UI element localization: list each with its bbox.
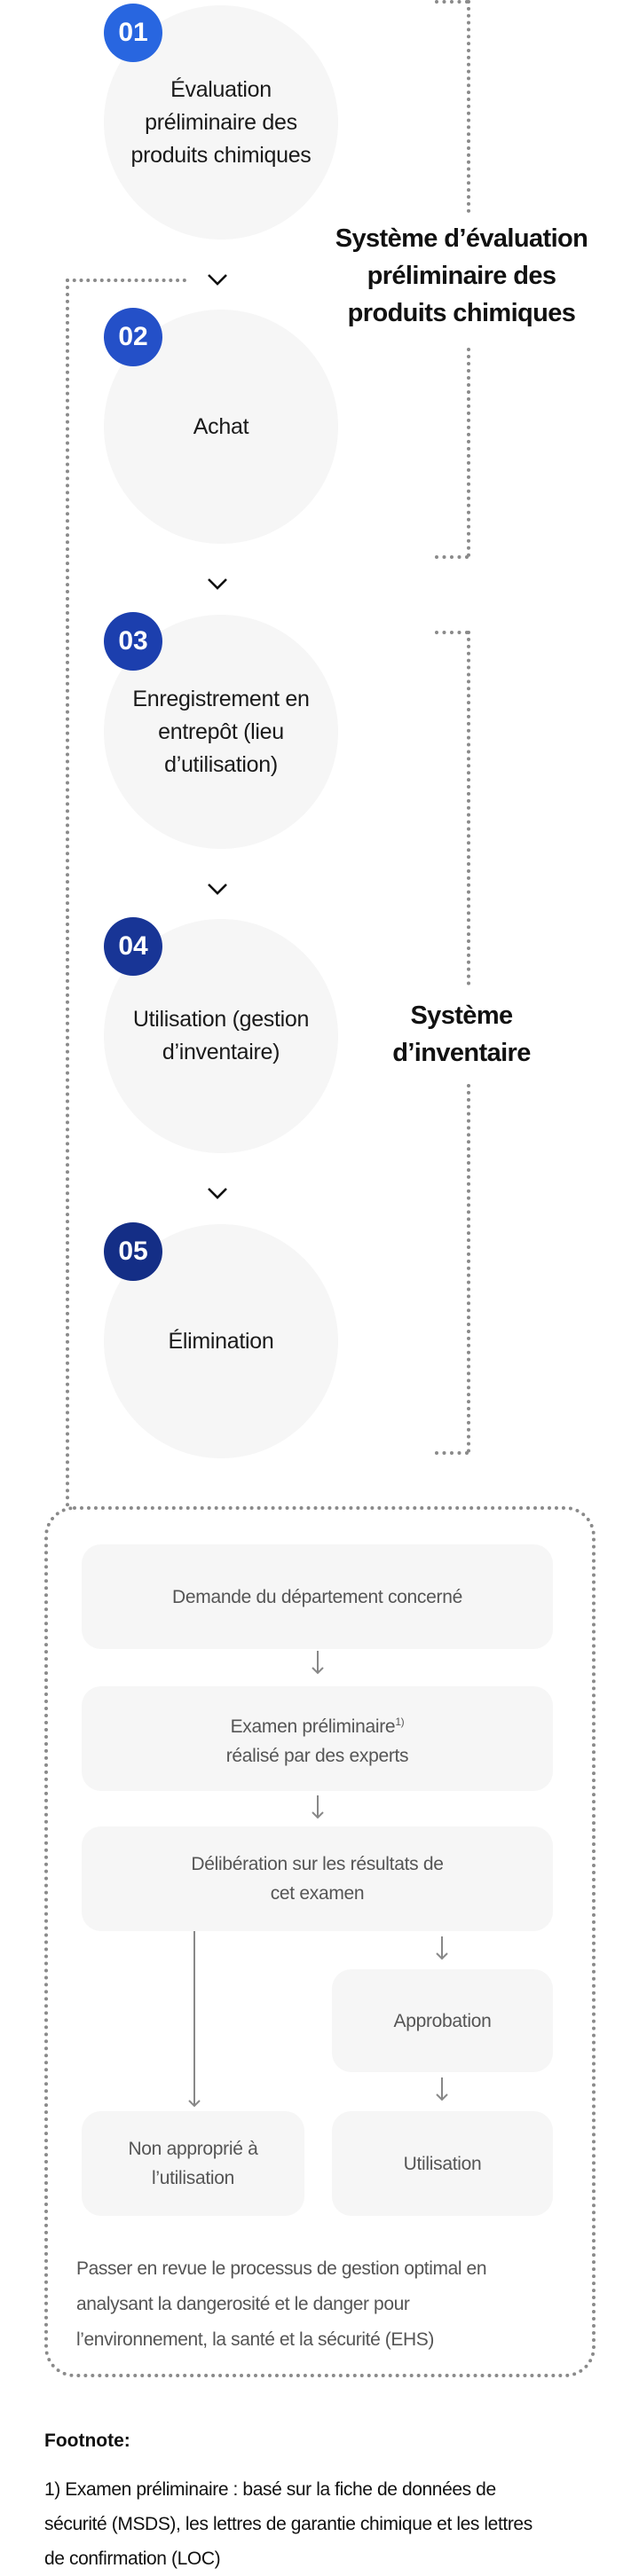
- process-approval: Approbation: [332, 1969, 553, 2072]
- bracket-inventory-top: [435, 631, 469, 634]
- process-deliberation-label: Délibération sur les résultats de cet ex…: [191, 1854, 444, 1904]
- step-5-label: Élimination: [168, 1328, 274, 1354]
- bracket-evaluation-upper: [467, 0, 470, 213]
- step-5-badge: 05: [104, 1222, 162, 1281]
- connector-left-top: [66, 279, 186, 282]
- step-1-label: Évaluation préliminaire des produits chi…: [130, 76, 312, 168]
- chevron-down-icon: [208, 1188, 227, 1199]
- process-use-label: Utilisation: [403, 2153, 482, 2174]
- bracket-evaluation-bottom: [435, 555, 469, 559]
- arrow-down-icon: [436, 2077, 448, 2101]
- step-4-label: Utilisation (gestion d’inventaire): [132, 1007, 310, 1064]
- footnote-text: 1) Examen préliminaire : basé sur la fic…: [44, 2479, 532, 2569]
- arrow-down-icon: [312, 1795, 324, 1819]
- footnote-ref: 1): [395, 1715, 405, 1728]
- process-use: Utilisation: [332, 2111, 553, 2216]
- process-review-label: Examen préliminaire: [230, 1716, 396, 1737]
- connector-left: [66, 279, 69, 1508]
- arrow-down-icon: [312, 1651, 324, 1675]
- process-not-suitable-label: Non approprié à l’utilisation: [128, 2139, 258, 2188]
- bracket-inventory-bottom: [435, 1451, 469, 1455]
- step-4-badge: 04: [104, 917, 162, 976]
- system-evaluation-label: Système d’évaluation préliminaire des pr…: [335, 224, 588, 327]
- process-review: Examen préliminaire1) réalisé par des exp…: [82, 1686, 553, 1791]
- process-not-suitable: Non approprié à l’utilisation: [82, 2111, 304, 2216]
- arrow-down-long-icon: [188, 1931, 201, 2108]
- process-approval-label: Approbation: [393, 2010, 492, 2031]
- bracket-inventory-upper: [467, 631, 470, 986]
- bracket-evaluation-top: [435, 0, 469, 4]
- system-inventory-label: Système d’inventaire: [392, 1001, 531, 1067]
- step-3-label: Enregistrement en entrepôt (lieu d’utili…: [132, 686, 310, 777]
- process-description: Passer en revue le processus de gestion …: [76, 2258, 487, 2350]
- step-2-badge: 02: [104, 308, 162, 366]
- process-request-label: Demande du département concerné: [172, 1586, 462, 1607]
- bracket-inventory-lower: [467, 1084, 470, 1453]
- step-1-badge: 01: [104, 4, 162, 62]
- step-3-badge: 03: [104, 612, 162, 671]
- process-deliberation: Délibération sur les résultats de cet ex…: [82, 1826, 553, 1931]
- process-review-line2: réalisé par des experts: [225, 1745, 409, 1766]
- process-request: Demande du département concerné: [82, 1544, 553, 1649]
- footnote-title: Footnote:: [44, 2431, 130, 2451]
- chevron-down-icon: [208, 578, 227, 590]
- step-2-label: Achat: [193, 413, 249, 439]
- chevron-down-icon: [208, 884, 227, 895]
- bracket-evaluation-lower: [467, 348, 470, 557]
- arrow-down-icon: [436, 1936, 448, 1960]
- chevron-down-icon: [208, 274, 227, 286]
